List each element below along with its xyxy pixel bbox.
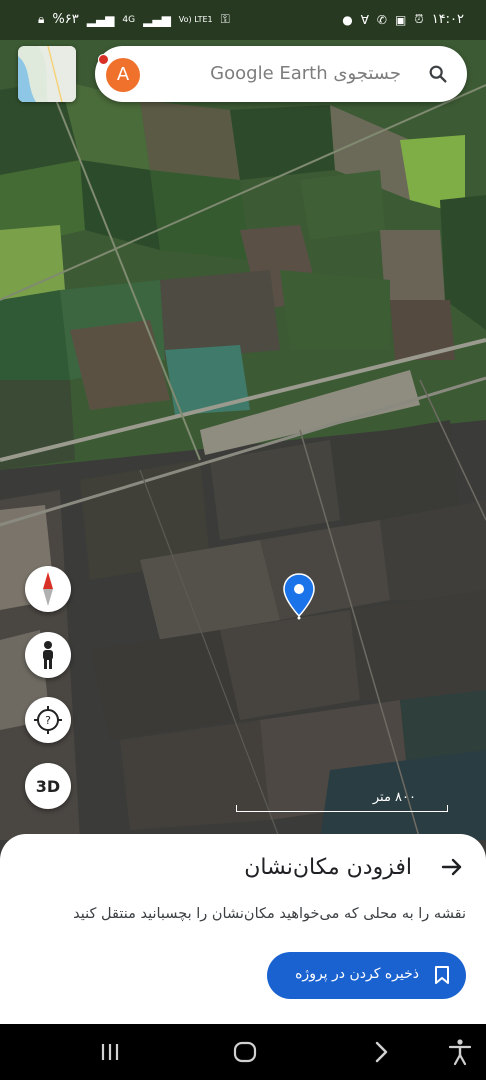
save-button-label: ذخیره کردن در پروژه [295,966,419,982]
map-scale: ۸۰۰ متر [236,790,448,814]
sheet-description: نقشه را به محلی که می‌خواهید مکان‌نشان ر… [73,906,466,922]
home-icon[interactable] [231,1038,259,1066]
voyager-button[interactable]: ? [25,697,71,743]
map-thumbnail-icon [18,46,76,102]
pegman-icon [43,641,53,669]
sheet-title: افزودن مکان‌نشان [244,855,412,880]
key-icon: ⚿ [220,12,230,26]
dot-icon: ● [342,12,353,27]
network-type: 4G [122,14,136,25]
accessibility-icon[interactable] [446,1038,474,1066]
search-icon[interactable] [427,63,449,85]
help-compass-icon: ? [34,706,62,734]
app-notification-icon: Ɐ [360,12,369,27]
avatar[interactable]: A [106,58,140,92]
compass-icon [43,572,53,606]
status-bar: 🔒︎ %۶۳ ▂▄▆ 4G ▂▄▆ Vo) LTE1 ⚿ ● Ɐ ✆ ▣ ⏰︎ … [0,0,486,38]
system-nav-bar [0,1024,486,1080]
bookmark-icon [435,966,449,984]
alarm-icon: ⏰︎ [414,12,424,26]
notification-dot [98,54,109,65]
recent-apps-icon[interactable] [96,1038,124,1066]
clock: ۱۴:۰۲ [431,12,464,27]
battery-percent: %۶۳ [52,12,79,27]
scale-label: ۸۰۰ متر [372,790,416,805]
lock-icon: 🔒︎ [38,12,45,26]
placemark-pin-icon[interactable] [282,572,316,620]
signal-icon: ▂▄▆ [86,12,115,27]
save-to-project-button[interactable]: ذخیره کردن در پروژه [267,952,466,999]
whatsapp-icon: ✆ [376,12,387,27]
scale-bar [236,805,448,812]
compass-button[interactable] [25,566,71,612]
back-icon[interactable] [367,1038,395,1066]
3d-label: 3D [35,776,61,796]
forward-arrow-icon[interactable] [440,855,464,879]
volte-indicator: Vo) LTE1 [178,15,213,24]
add-placemark-sheet: افزودن مکان‌نشان نقشه را به محلی که می‌خ… [0,834,486,1024]
street-view-button[interactable] [25,632,71,678]
map-style-thumbnail[interactable] [18,46,76,102]
search-placeholder: جستجوی Google Earth [210,63,401,84]
3d-toggle-button[interactable]: 3D [25,763,71,809]
signal-icon-2: ▂▄▆ [143,12,171,27]
svg-text:?: ? [45,714,51,727]
gallery-icon: ▣ [394,12,407,27]
search-bar[interactable]: A جستجوی Google Earth [95,46,467,102]
